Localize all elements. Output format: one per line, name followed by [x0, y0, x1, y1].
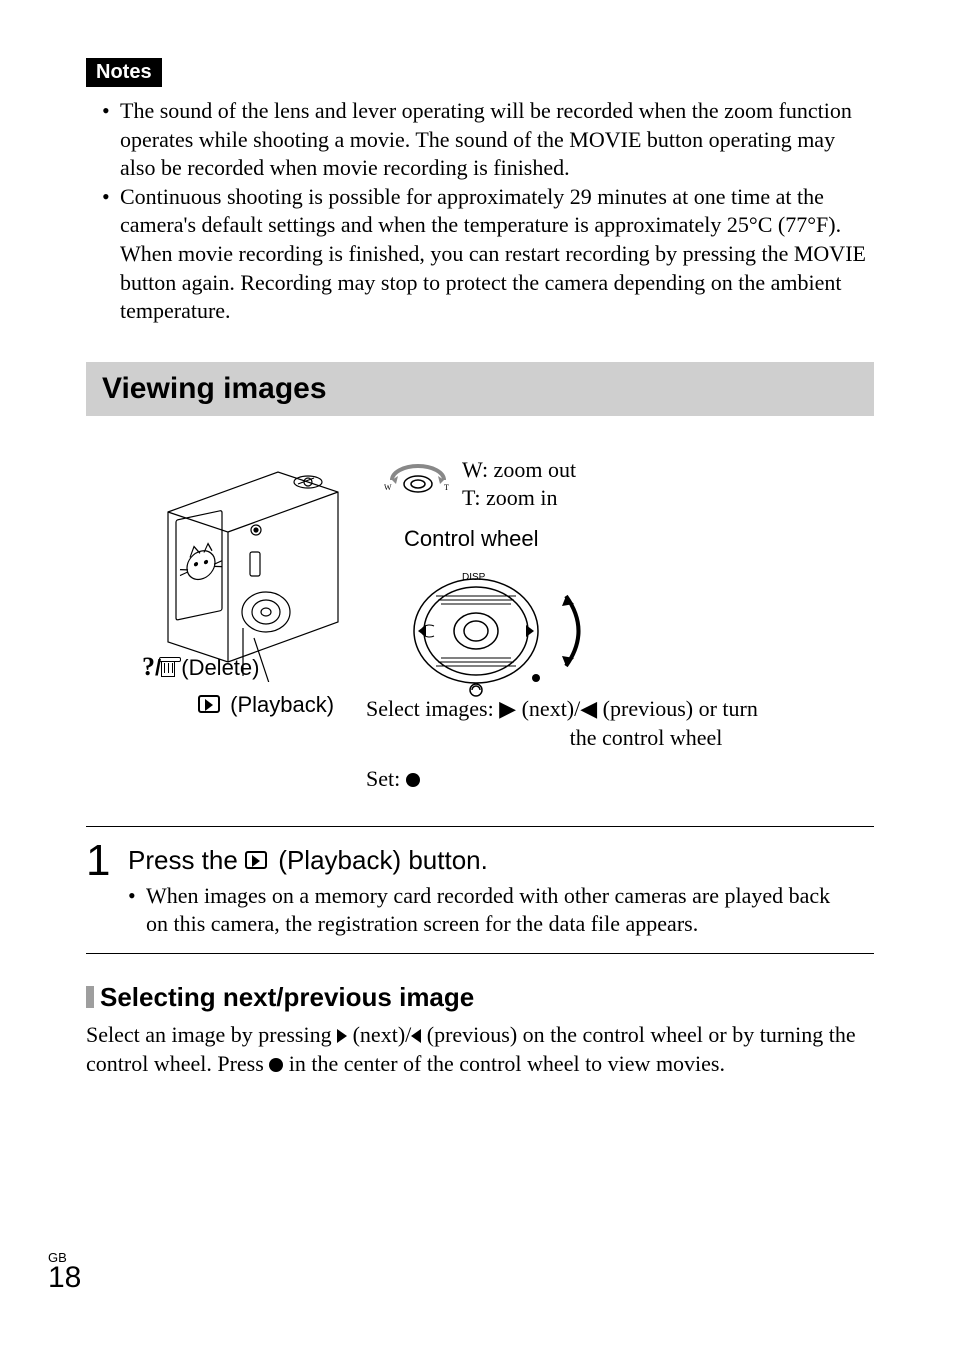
playback-icon — [198, 695, 220, 713]
step-1: 1 Press the (Playback) button. When imag… — [86, 826, 874, 954]
step-title-suffix: (Playback) button. — [271, 845, 488, 875]
svg-text:W: W — [384, 483, 392, 492]
page-number: 18 — [48, 1261, 81, 1294]
center-dot-icon — [269, 1058, 283, 1072]
heading-bar-icon — [86, 986, 94, 1008]
svg-text:T: T — [444, 483, 449, 492]
select-images-line1: Select images: ▶ (next)/◀ (previous) or … — [366, 696, 758, 721]
zoom-in-label: T: zoom in — [462, 484, 576, 513]
notes-list: The sound of the lens and lever operatin… — [86, 97, 874, 326]
delete-word: (Delete) — [175, 655, 259, 680]
playback-word: (Playback) — [224, 692, 334, 717]
body-frag: (next)/ — [347, 1022, 411, 1047]
prev-arrow-icon — [411, 1029, 421, 1043]
page-footer: GB 18 — [48, 1250, 81, 1295]
step-bullet: When images on a memory card recorded wi… — [128, 882, 848, 939]
step-title: Press the (Playback) button. — [128, 845, 848, 876]
step-number: 1 — [86, 839, 124, 883]
playback-icon — [245, 851, 267, 869]
section-heading: Viewing images — [86, 362, 874, 416]
control-wheel-label: Control wheel — [404, 526, 539, 552]
trash-icon — [161, 661, 175, 677]
notes-badge: Notes — [86, 58, 162, 87]
set-label: Set: — [366, 766, 420, 792]
subsection-title-text: Selecting next/previous image — [100, 982, 474, 1012]
help-icon: ? — [142, 652, 155, 681]
set-word: Set: — [366, 766, 406, 791]
control-wheel-illustration: DISP — [386, 556, 616, 706]
body-frag: Select an image by pressing — [86, 1022, 337, 1047]
select-images-line2: the control wheel — [456, 723, 836, 753]
center-dot-icon — [406, 773, 420, 787]
svg-text:DISP: DISP — [462, 572, 486, 583]
playback-button-label: (Playback) — [198, 692, 334, 718]
figure-area: W T W: zoom out T: zoom in Control wheel… — [86, 436, 874, 816]
zoom-lever-icon: W T — [378, 450, 458, 498]
camera-illustration — [158, 452, 368, 682]
next-arrow-icon — [337, 1029, 347, 1043]
step-title-prefix: Press the — [128, 845, 245, 875]
subsection-heading: Selecting next/previous image — [86, 982, 874, 1013]
zoom-labels: W: zoom out T: zoom in — [462, 456, 576, 513]
note-item: The sound of the lens and lever operatin… — [106, 97, 874, 183]
note-item: Continuous shooting is possible for appr… — [106, 183, 874, 326]
zoom-out-label: W: zoom out — [462, 456, 576, 485]
body-frag: in the center of the control wheel to vi… — [283, 1051, 725, 1076]
delete-button-label: ?/ (Delete) — [142, 652, 259, 682]
select-images-text: Select images: ▶ (next)/◀ (previous) or … — [366, 694, 836, 753]
subsection-body: Select an image by pressing (next)/ (pre… — [86, 1021, 874, 1078]
